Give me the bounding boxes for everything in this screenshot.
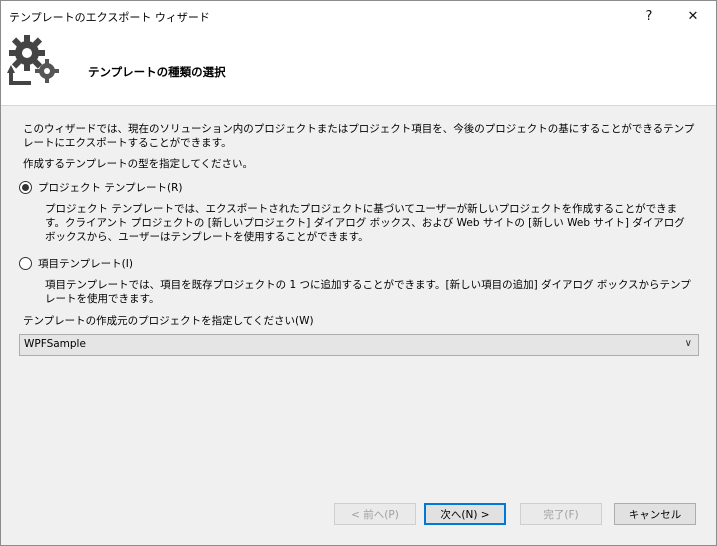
- instruction-text: 作成するテンプレートの型を指定してください。: [23, 158, 254, 170]
- project-template-description: プロジェクト テンプレートでは、エクスポートされたプロジェクトに基づいてユーザー…: [45, 203, 685, 243]
- project-template-radio[interactable]: [19, 181, 32, 194]
- item-template-label: 項目テンプレート(I): [38, 258, 133, 270]
- finish-button[interactable]: 完了(F): [520, 503, 602, 525]
- wizard-footer: < 前へ(P) 次へ(N) > 完了(F) キャンセル: [1, 487, 716, 545]
- page-title: テンプレートの種類の選択: [88, 65, 226, 79]
- item-template-description: 項目テンプレートでは、項目を既存プロジェクトの 1 つに追加することができます。…: [45, 279, 691, 305]
- project-template-label: プロジェクト テンプレート(R): [38, 182, 183, 194]
- next-button[interactable]: 次へ(N) >: [424, 503, 506, 525]
- project-select[interactable]: WPFSample ∨: [19, 334, 699, 356]
- wizard-window: テンプレートのエクスポート ウィザード ? ✕ テンプレートの種類の選択 このウ…: [0, 0, 717, 546]
- project-template-option[interactable]: プロジェクト テンプレート(R): [19, 180, 183, 195]
- gear-export-icon: [7, 35, 59, 85]
- back-button[interactable]: < 前へ(P): [334, 503, 416, 525]
- cancel-button[interactable]: キャンセル: [614, 503, 696, 525]
- item-template-radio[interactable]: [19, 257, 32, 270]
- intro-text: このウィザードでは、現在のソリューション内のプロジェクトまたはプロジェクト項目を…: [23, 123, 695, 149]
- project-select-value: WPFSample: [24, 338, 86, 350]
- wizard-content: このウィザードでは、現在のソリューション内のプロジェクトまたはプロジェクト項目を…: [1, 106, 716, 486]
- close-button[interactable]: ✕: [671, 1, 715, 31]
- help-button[interactable]: ?: [627, 1, 671, 31]
- window-title: テンプレートのエクスポート ウィザード: [9, 11, 210, 24]
- title-bar: テンプレートのエクスポート ウィザード ? ✕: [1, 1, 716, 31]
- wizard-header: テンプレートの種類の選択: [1, 31, 716, 106]
- item-template-option[interactable]: 項目テンプレート(I): [19, 256, 133, 271]
- chevron-down-icon[interactable]: ∨: [685, 338, 692, 349]
- project-select-label: テンプレートの作成元のプロジェクトを指定してください(W): [23, 315, 314, 327]
